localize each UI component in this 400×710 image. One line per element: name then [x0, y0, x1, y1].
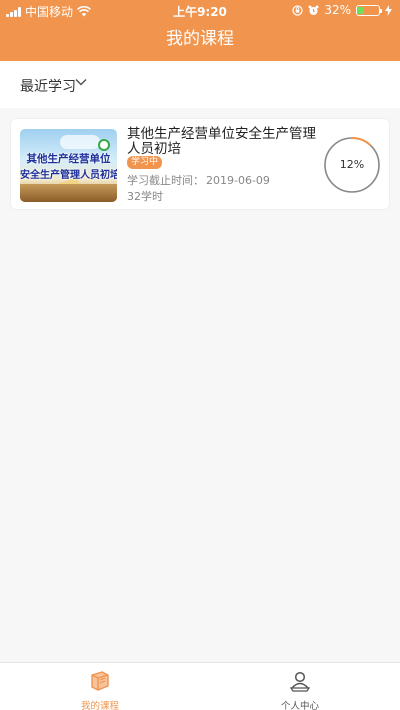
tab-my-courses[interactable]: 我的课程 — [0, 663, 200, 710]
book-icon — [91, 671, 109, 691]
header: 中国移动 上午9:20 32% 我的课程 — [0, 0, 400, 61]
sort-filter-label: 最近学习 — [20, 79, 76, 95]
alarm-icon — [308, 5, 319, 15]
thumbnail-emblem — [98, 139, 110, 151]
course-hours: 32学时 — [127, 190, 163, 203]
thumbnail-text-line1: 其他生产经营单位 — [26, 153, 111, 165]
tab-profile-label: 个人中心 — [280, 701, 319, 710]
battery-level — [358, 6, 365, 14]
deadline: 学习截止时间： 2019-06-09 — [127, 172, 270, 188]
status-badge: 学习中 — [127, 156, 163, 169]
deadline-date: 2019-06-09 — [206, 174, 270, 187]
deadline-label: 学习截止时间： — [127, 174, 204, 187]
course-card[interactable]: 其他生产经营单位 安全生产管理人员初培 其他生产经营单位安全生产管理人员初培 学… — [10, 118, 390, 210]
tab-profile[interactable]: 个人中心 — [200, 663, 400, 710]
course-thumbnail: 其他生产经营单位 安全生产管理人员初培 — [20, 129, 117, 202]
thumbnail-text-line2: 安全生产管理人员初培 — [20, 170, 117, 181]
chevron-down-icon — [75, 78, 87, 86]
page-title: 我的课程 — [166, 29, 234, 49]
status-bar: 中国移动 上午9:20 32% — [0, 0, 400, 20]
tab-bar: 我的课程 个人中心 — [0, 662, 400, 710]
status-right: 32% — [292, 3, 392, 17]
battery-percent: 32% — [324, 3, 351, 17]
user-icon — [289, 671, 311, 692]
tab-my-courses-label: 我的课程 — [80, 701, 119, 710]
charging-icon — [385, 4, 392, 16]
rotation-lock-icon — [292, 4, 303, 16]
sort-filter-dropdown[interactable]: 最近学习 — [0, 61, 400, 108]
course-title: 其他生产经营单位安全生产管理人员初培 — [127, 126, 316, 157]
progress-percent: 12% — [339, 158, 365, 171]
battery-icon — [356, 4, 382, 16]
